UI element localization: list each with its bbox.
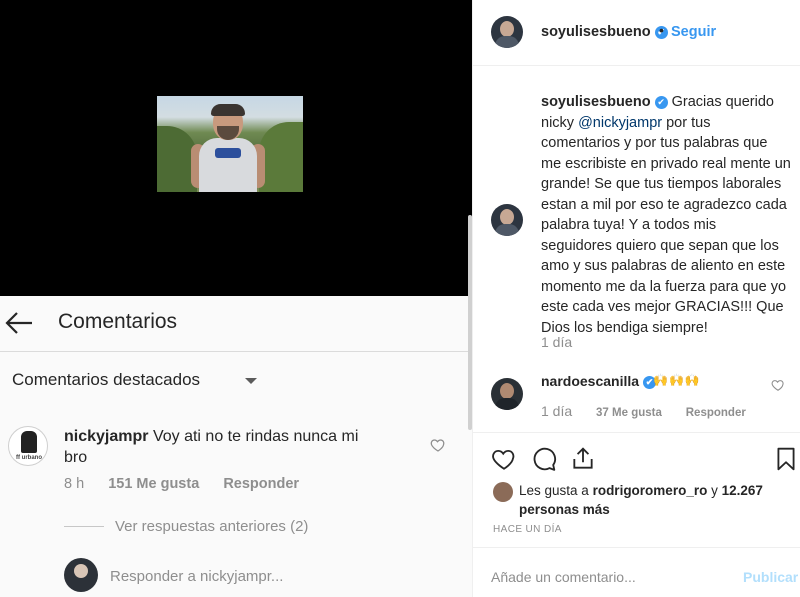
comments-header: Comentarios bbox=[0, 296, 472, 352]
comment-icon[interactable] bbox=[531, 446, 557, 472]
video-thumbnail[interactable] bbox=[157, 96, 303, 192]
reply-button[interactable]: Responder bbox=[686, 407, 746, 419]
avatar-shoulders bbox=[495, 224, 519, 236]
follow-button[interactable]: Seguir bbox=[671, 24, 716, 40]
comment-time: 8 h bbox=[64, 476, 85, 492]
video-area[interactable] bbox=[0, 0, 472, 296]
tank-top bbox=[199, 138, 257, 192]
post-timestamp[interactable]: HACE UN DÍA bbox=[493, 524, 562, 535]
caption-username[interactable]: soyulisesbueno bbox=[541, 94, 651, 110]
comment-username[interactable]: nardoescanilla ✔ bbox=[541, 373, 657, 389]
post-caption: soyulisesbueno ✔ Gracias querido nicky @n… bbox=[541, 92, 791, 338]
back-arrow-icon[interactable] bbox=[4, 310, 34, 336]
cap bbox=[211, 104, 245, 116]
avatar-shoulders bbox=[495, 398, 519, 410]
view-previous-replies[interactable]: Ver respuestas anteriores (2) bbox=[115, 518, 308, 535]
likes-prefix: Les gusta a bbox=[519, 483, 593, 498]
likes-user[interactable]: rodrigoromero_ro bbox=[593, 483, 708, 498]
comment-body: 🙌🙌🙌 bbox=[653, 373, 701, 387]
actions-divider bbox=[473, 432, 800, 433]
person-figure bbox=[191, 104, 265, 192]
avatar[interactable] bbox=[491, 204, 523, 236]
heart-icon[interactable] bbox=[771, 378, 785, 392]
avatar-logo-text: ff urbano bbox=[16, 455, 42, 461]
comment-meta: 1 día 37 Me gusta Responder bbox=[541, 403, 746, 419]
comments-title: Comentarios bbox=[58, 310, 178, 333]
comment-likes[interactable]: 151 Me gusta bbox=[108, 476, 199, 492]
avatar-head bbox=[74, 564, 88, 578]
separator-dot: • bbox=[659, 22, 664, 38]
comment-username-text: nardoescanilla bbox=[541, 373, 640, 389]
avatar bbox=[64, 558, 98, 592]
comment-username[interactable]: nickyjampr bbox=[64, 428, 148, 445]
post-username[interactable]: soyulisesbueno ✔ bbox=[541, 24, 668, 40]
avatar[interactable] bbox=[493, 482, 513, 502]
likes-mid: y bbox=[707, 483, 722, 498]
dropdown-caret-icon[interactable] bbox=[245, 378, 257, 384]
comment-likes[interactable]: 37 Me gusta bbox=[596, 407, 662, 419]
background-trees bbox=[259, 122, 303, 192]
likes-text: Les gusta a rodrigoromero_ro y 12.267 pe… bbox=[519, 481, 789, 519]
caption-time: 1 día bbox=[541, 334, 573, 350]
caption-text: por tus comentarios y por tus palabras q… bbox=[541, 114, 791, 336]
caption-mention[interactable]: @nickyjampr bbox=[578, 115, 662, 131]
comment-input[interactable]: Añade un comentario... bbox=[491, 569, 636, 585]
avatar[interactable] bbox=[491, 16, 523, 48]
comment-meta: 8 h 151 Me gusta Responder bbox=[64, 476, 319, 492]
post-header: soyulisesbueno ✔ • Seguir bbox=[473, 0, 800, 66]
divider-line bbox=[64, 526, 104, 527]
heart-icon[interactable] bbox=[491, 446, 517, 472]
page: Comentarios Comentarios destacados ff ur… bbox=[0, 0, 800, 597]
reply-button[interactable]: Responder bbox=[223, 476, 299, 492]
heart-icon[interactable] bbox=[430, 437, 446, 453]
post-panel: soyulisesbueno ✔ • Seguir soyulisesbueno ✔… bbox=[472, 0, 800, 597]
avatar[interactable]: ff urbano bbox=[8, 426, 48, 466]
add-comment-bar: Añade un comentario... Publicar bbox=[473, 547, 800, 597]
avatar-head bbox=[500, 383, 514, 399]
share-icon[interactable] bbox=[570, 446, 596, 472]
avatar-figure bbox=[21, 431, 37, 453]
avatar-shoulders bbox=[495, 36, 519, 48]
comment-text: nickyjampr Voy ati no te rindas nunca mi… bbox=[64, 426, 364, 468]
avatar-head bbox=[500, 21, 514, 37]
featured-comments-filter[interactable]: Comentarios destacados bbox=[12, 370, 200, 390]
mobile-comments-panel: Comentarios Comentarios destacados ff ur… bbox=[0, 0, 472, 597]
comment-time: 1 día bbox=[541, 403, 573, 419]
verified-badge-icon: ✔ bbox=[654, 95, 668, 109]
avatar[interactable] bbox=[491, 378, 523, 410]
publish-button[interactable]: Publicar bbox=[743, 569, 798, 585]
bookmark-icon[interactable] bbox=[773, 446, 799, 472]
scrollbar[interactable] bbox=[468, 215, 472, 430]
post-username-text: soyulisesbueno bbox=[541, 24, 651, 40]
avatar-head bbox=[500, 209, 514, 225]
shirt-logo bbox=[215, 148, 241, 158]
reply-input[interactable]: Responder a nickyjampr... bbox=[110, 568, 283, 585]
